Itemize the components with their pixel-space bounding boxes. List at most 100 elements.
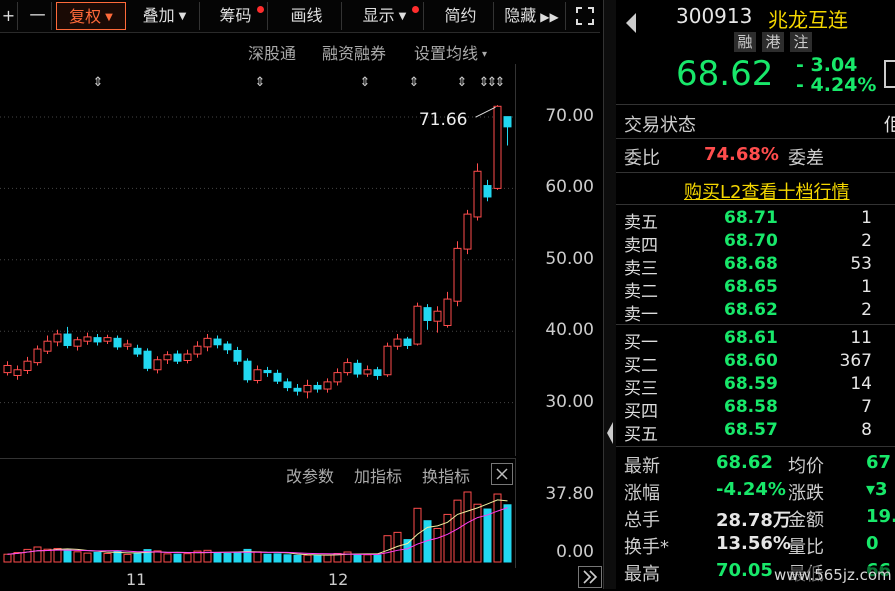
event-marker-icon: ⇕ <box>409 75 420 90</box>
stat-v1: 68.62 <box>716 452 773 473</box>
stat-v1: 70.05 <box>716 560 773 581</box>
close-icon[interactable] <box>491 463 513 485</box>
price-axis-label: 30.00 <box>545 391 594 412</box>
candle-body <box>183 353 192 361</box>
add-indicator-button[interactable]: 加指标 <box>354 463 402 487</box>
quote-panel: 300913 兆龙互连 融 港 注 68.62 - 3.04 - 4.24% 交… <box>616 0 895 589</box>
ask-row-price: 68.65 <box>724 277 778 297</box>
volume-bar <box>123 553 132 563</box>
ask-row-label: 卖四 <box>624 236 658 256</box>
candle-body <box>223 343 232 351</box>
candle-body <box>63 333 72 346</box>
high-annotation-arrow <box>475 106 496 118</box>
back-arrow-icon[interactable] <box>624 12 638 34</box>
volume-bar <box>323 554 332 563</box>
volume-bar <box>183 553 192 563</box>
candle-body <box>233 349 242 362</box>
bid-row-label: 买二 <box>624 356 658 376</box>
volume-bar <box>213 552 222 563</box>
change-params-button[interactable]: 改参数 <box>286 463 334 487</box>
ask-row[interactable]: 卖五 68.71 1 <box>624 208 894 233</box>
hide-label: 隐藏 <box>504 6 537 25</box>
double-chevron-right-icon[interactable] <box>578 566 602 588</box>
zoom-in-button[interactable]: + <box>0 2 18 30</box>
l2-purchase-link[interactable]: 购买L2查看十档行情 <box>684 178 849 204</box>
bid-row[interactable]: 买二 68.60 367 <box>624 351 894 376</box>
ask-row-label: 卖五 <box>624 213 658 233</box>
volume-bar <box>233 551 242 563</box>
stat-v2: 19.5 <box>866 506 895 527</box>
candle-body <box>153 359 162 371</box>
bid-row-label: 买三 <box>624 379 658 399</box>
volume-ma-line <box>7 507 508 556</box>
bid-row[interactable]: 买五 68.57 8 <box>624 420 894 445</box>
price-axis-label: 70.00 <box>545 106 594 126</box>
volume-bar <box>63 549 72 563</box>
shenguotong-link[interactable]: 深股通 <box>248 40 296 64</box>
candle-body <box>373 369 382 376</box>
ma-settings-link[interactable]: 设置均线 ▾ <box>414 40 487 64</box>
ask-row[interactable]: 卖一 68.62 2 <box>624 300 894 325</box>
simple-button[interactable]: 简约 <box>428 2 494 30</box>
expand-icon[interactable] <box>570 2 600 30</box>
candle-body <box>483 185 492 198</box>
margin-tag: 融 <box>734 32 756 52</box>
candle-body <box>293 387 302 392</box>
candle-body <box>323 381 332 390</box>
hk-connect-tag: 港 <box>762 32 784 52</box>
overlay-label: 叠加 <box>142 6 175 25</box>
stat-l2: 均价 <box>788 456 824 477</box>
bid-row-label: 买一 <box>624 333 658 353</box>
stat-v1: 28.78万 <box>716 510 791 531</box>
candle-body <box>83 336 92 342</box>
stock-name: 兆龙互连 <box>768 8 848 32</box>
candlestick-chart[interactable]: ⇕ ⇕ ⇕ ⇕ ⇕ ⇕⇕⇕71.66 <box>0 64 515 456</box>
volume-ma-line <box>7 499 508 556</box>
volume-axis: 37.80 0.00 <box>515 458 604 568</box>
collapse-arrow-icon <box>607 422 613 444</box>
zoom-out-button[interactable]: 一 <box>24 2 52 30</box>
volume-bar <box>503 504 512 563</box>
candle-body <box>3 364 12 374</box>
volume-axis-max: 37.80 <box>545 484 594 504</box>
ask-row[interactable]: 卖四 68.70 2 <box>624 231 894 256</box>
volume-bar <box>343 551 352 563</box>
ask-row[interactable]: 卖三 68.68 53 <box>624 254 894 279</box>
ask-row[interactable]: 卖二 68.65 1 <box>624 277 894 302</box>
panel-toggle-icon[interactable] <box>884 60 895 88</box>
volume-bar <box>373 554 382 563</box>
stat-l2: 金额 <box>788 510 824 531</box>
watermark: www.565jz.com <box>774 566 892 584</box>
volume-bar <box>293 554 302 563</box>
candle-body <box>453 247 462 302</box>
overlay-button[interactable]: 叠加 ▼ <box>130 2 200 30</box>
candle-body <box>393 338 402 347</box>
volume-bar <box>483 508 492 563</box>
hide-button[interactable]: 隐藏 ▶▶ <box>498 2 566 30</box>
price-axis: 70.00 60.00 50.00 40.00 30.00 <box>515 64 604 456</box>
draw-line-button[interactable]: 画线 <box>272 2 342 30</box>
ask-row-price: 68.68 <box>724 254 778 274</box>
price-axis-label: 50.00 <box>545 248 594 269</box>
volume-bar <box>453 499 462 563</box>
panel-divider[interactable] <box>603 0 617 589</box>
bid-row[interactable]: 买一 68.61 11 <box>624 328 894 353</box>
stat-v1: 13.56% <box>716 533 791 554</box>
stock-code: 300913 <box>676 4 753 28</box>
candle-body <box>313 384 322 390</box>
candle-body <box>53 333 62 343</box>
bid-row[interactable]: 买三 68.59 14 <box>624 374 894 399</box>
candle-body <box>503 116 512 128</box>
volume-bar <box>3 553 12 563</box>
switch-indicator-button[interactable]: 换指标 <box>422 463 470 487</box>
margin-trading-link[interactable]: 融资融券 <box>322 40 386 64</box>
bid-row[interactable]: 买四 68.58 7 <box>624 397 894 422</box>
volume-bar <box>223 552 232 563</box>
candle-body <box>283 381 292 389</box>
display-button[interactable]: 显示 ▼ <box>346 2 424 30</box>
volume-bar <box>413 507 422 563</box>
fuquan-button[interactable]: 复权 ▼ <box>56 2 126 30</box>
caret-down-icon: ▼ <box>398 10 407 22</box>
chips-button[interactable]: 筹码 <box>204 2 268 30</box>
candle-body <box>123 343 132 347</box>
